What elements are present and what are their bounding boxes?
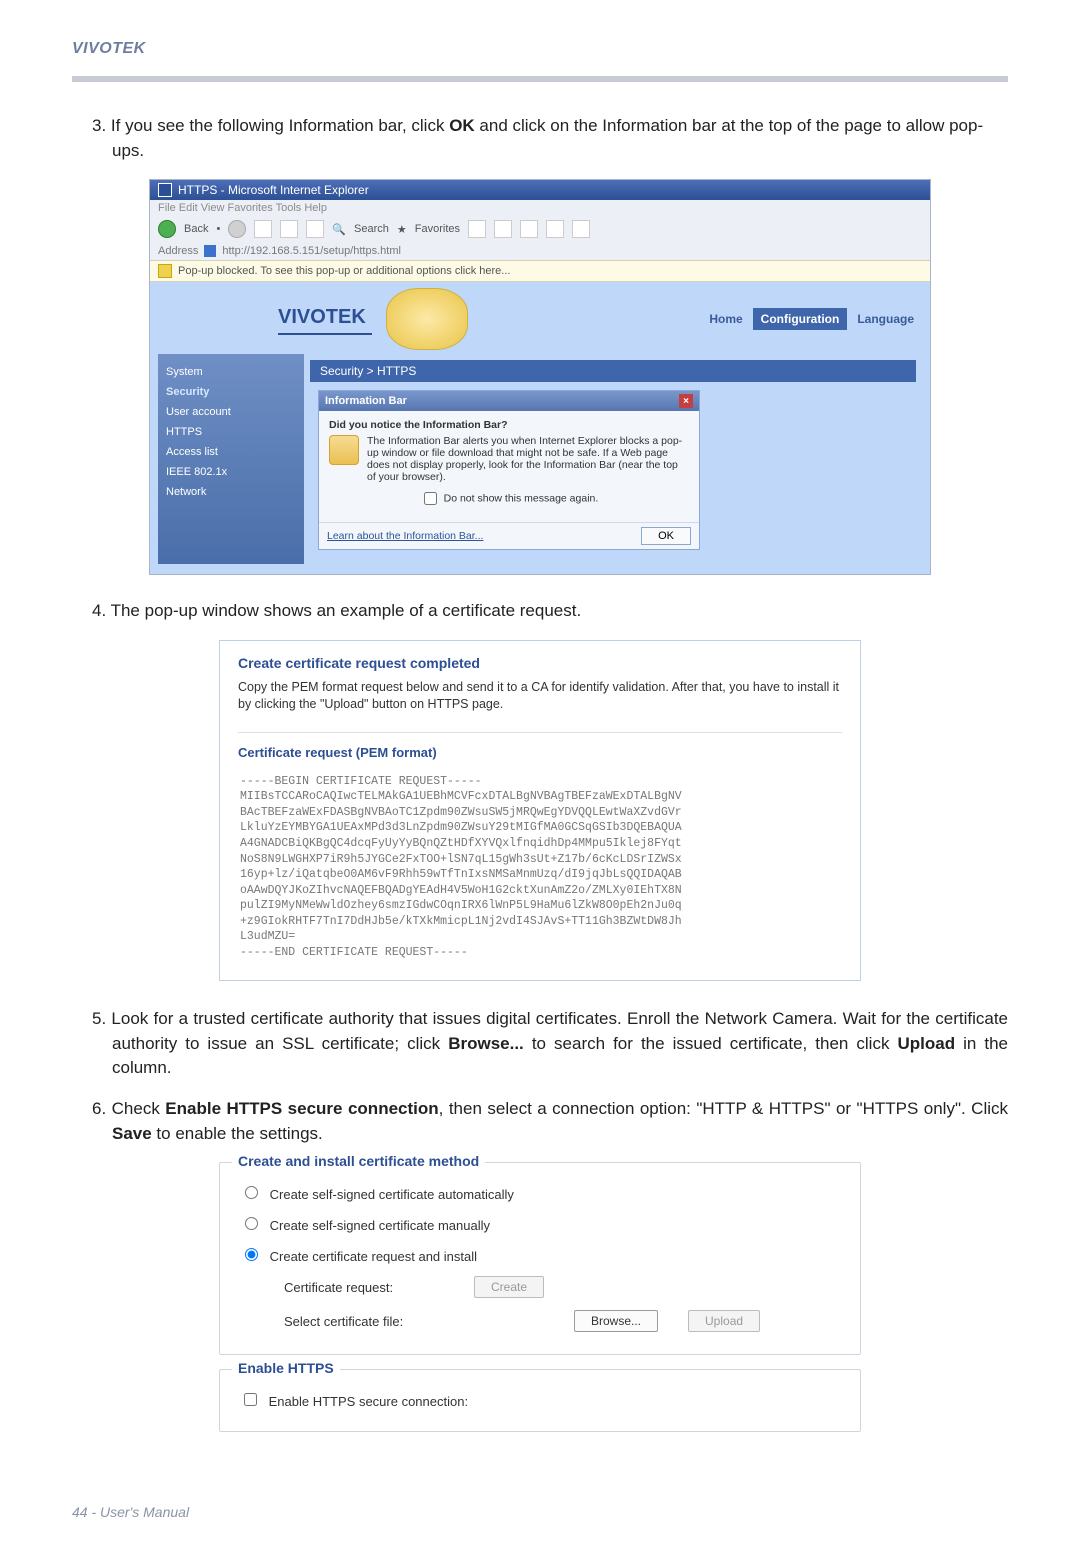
cert-divider xyxy=(238,732,842,733)
ie-window: HTTPS - Microsoft Internet Explorer File… xyxy=(149,179,931,575)
refresh-icon[interactable] xyxy=(280,220,298,238)
brand-header: VIVOTEK xyxy=(72,32,1008,76)
favorites-label[interactable]: Favorites xyxy=(415,223,460,235)
page-footer: 44 - User's Manual xyxy=(72,1446,1008,1520)
ie-titlebar: HTTPS - Microsoft Internet Explorer xyxy=(150,180,930,200)
edit-icon[interactable] xyxy=(546,220,564,238)
history-icon[interactable] xyxy=(468,220,486,238)
dont-show-label: Do not show this message again. xyxy=(444,493,599,505)
enable-https-label: Enable HTTPS secure connection: xyxy=(269,1394,468,1409)
ie-toolbar: Back • 🔍 Search ★ Favorites xyxy=(150,216,930,242)
step-5: 5. Look for a trusted certificate author… xyxy=(92,1007,1008,1081)
msn-icon[interactable] xyxy=(572,220,590,238)
sidebar-item-access-list[interactable]: Access list xyxy=(166,442,296,462)
radio-auto-label: Create self-signed certificate automatic… xyxy=(270,1187,514,1202)
link-home[interactable]: Home xyxy=(701,308,750,330)
sidebar-item-system[interactable]: System xyxy=(166,362,296,382)
cert-request-heading: Create certificate request completed xyxy=(238,655,842,671)
s5c: to search for the issued certificate, th… xyxy=(524,1034,898,1053)
warning-icon xyxy=(158,264,172,278)
ie-menubar: File Edit View Favorites Tools Help xyxy=(150,200,930,216)
sidebar-item-https[interactable]: HTTPS xyxy=(166,422,296,442)
infobar-text: Pop-up blocked. To see this pop-up or ad… xyxy=(178,265,510,277)
enable-https-panel: Enable HTTPS Enable HTTPS secure connect… xyxy=(219,1369,861,1432)
radio-manual[interactable] xyxy=(245,1217,258,1230)
enable-https-title: Enable HTTPS xyxy=(232,1360,340,1376)
cert-pem-heading: Certificate request (PEM format) xyxy=(238,745,842,760)
link-configuration[interactable]: Configuration xyxy=(753,308,848,330)
upload-button: Upload xyxy=(688,1310,760,1332)
sidebar-item-security[interactable]: Security xyxy=(166,382,296,402)
address-bar: Address http://192.168.5.151/setup/https… xyxy=(150,242,930,260)
mail-icon[interactable] xyxy=(494,220,512,238)
address-value[interactable]: http://192.168.5.151/setup/https.html xyxy=(222,245,401,257)
step3-ok: OK xyxy=(449,116,475,135)
enable-https-checkbox[interactable] xyxy=(244,1393,257,1406)
sidebar: System Security User account HTTPS Acces… xyxy=(158,354,304,564)
sidebar-item-ieee[interactable]: IEEE 802.1x xyxy=(166,462,296,482)
certificate-request-panel: Create certificate request completed Cop… xyxy=(219,640,861,981)
vivotek-app: VIVOTEK Home Configuration Language Syst… xyxy=(150,282,930,574)
s6e: to enable the settings. xyxy=(152,1124,323,1143)
learn-link[interactable]: Learn about the Information Bar... xyxy=(327,530,483,542)
radio-request-label: Create certificate request and install xyxy=(270,1249,477,1264)
browse-button[interactable]: Browse... xyxy=(574,1310,658,1332)
home-icon[interactable] xyxy=(306,220,324,238)
cert-pem-text: -----BEGIN CERTIFICATE REQUEST----- MIIB… xyxy=(238,770,842,964)
toolbar-sep: • xyxy=(216,223,220,235)
favorites-icon[interactable]: ★ xyxy=(397,223,407,236)
step-6: 6. Check Enable HTTPS secure connection,… xyxy=(92,1097,1008,1146)
step3-text-a: 3. If you see the following Information … xyxy=(92,116,449,135)
address-label: Address xyxy=(158,245,198,257)
cert-request-label: Certificate request: xyxy=(284,1280,444,1295)
cert-request-description: Copy the PEM format request below and se… xyxy=(238,679,842,714)
s6-enable: Enable HTTPS secure connection xyxy=(165,1099,438,1118)
step-4: 4. The pop-up window shows an example of… xyxy=(92,599,1008,624)
ie-icon xyxy=(158,183,172,197)
s5-browse: Browse... xyxy=(448,1034,524,1053)
s6a: 6. Check xyxy=(92,1099,165,1118)
information-bar[interactable]: Pop-up blocked. To see this pop-up or ad… xyxy=(150,260,930,282)
s5-upload: Upload xyxy=(897,1034,955,1053)
sidebar-item-user-account[interactable]: User account xyxy=(166,402,296,422)
dialog-title-text: Information Bar xyxy=(325,395,407,407)
vivotek-logo: VIVOTEK xyxy=(278,304,372,335)
forward-icon xyxy=(228,220,246,238)
back-label[interactable]: Back xyxy=(184,223,208,235)
select-file-label: Select certificate file: xyxy=(284,1314,444,1329)
dialog-icon xyxy=(329,435,359,465)
sidebar-item-network[interactable]: Network xyxy=(166,482,296,502)
camera-image xyxy=(386,288,468,350)
step-3: 3. If you see the following Information … xyxy=(92,114,1008,163)
page-badge-icon xyxy=(204,245,216,257)
stop-icon[interactable] xyxy=(254,220,272,238)
s6-save: Save xyxy=(112,1124,152,1143)
radio-auto[interactable] xyxy=(245,1186,258,1199)
dialog-question: Did you notice the Information Bar? xyxy=(329,419,689,431)
s6c: , then select a connection option: "HTTP… xyxy=(439,1099,1008,1118)
ok-button[interactable]: OK xyxy=(641,527,691,545)
link-language[interactable]: Language xyxy=(849,308,922,330)
dialog-titlebar: Information Bar × xyxy=(319,391,699,411)
ci-panel-title: Create and install certificate method xyxy=(232,1153,485,1169)
information-dialog: Information Bar × Did you notice the Inf… xyxy=(318,390,700,550)
back-icon[interactable] xyxy=(158,220,176,238)
close-icon[interactable]: × xyxy=(679,394,693,408)
search-label[interactable]: Search xyxy=(354,223,389,235)
print-icon[interactable] xyxy=(520,220,538,238)
radio-request[interactable] xyxy=(245,1248,258,1261)
create-button: Create xyxy=(474,1276,544,1298)
header-divider xyxy=(72,76,1008,82)
ie-title-text: HTTPS - Microsoft Internet Explorer xyxy=(178,183,369,197)
search-icon[interactable]: 🔍 xyxy=(332,223,346,236)
create-install-panel: Create and install certificate method Cr… xyxy=(219,1162,861,1355)
breadcrumb-tabs: Security > HTTPS xyxy=(310,360,916,382)
radio-manual-label: Create self-signed certificate manually xyxy=(270,1218,490,1233)
header-links: Home Configuration Language xyxy=(701,308,922,330)
dialog-body-text: The Information Bar alerts you when Inte… xyxy=(367,435,689,483)
dont-show-checkbox[interactable] xyxy=(424,492,437,505)
